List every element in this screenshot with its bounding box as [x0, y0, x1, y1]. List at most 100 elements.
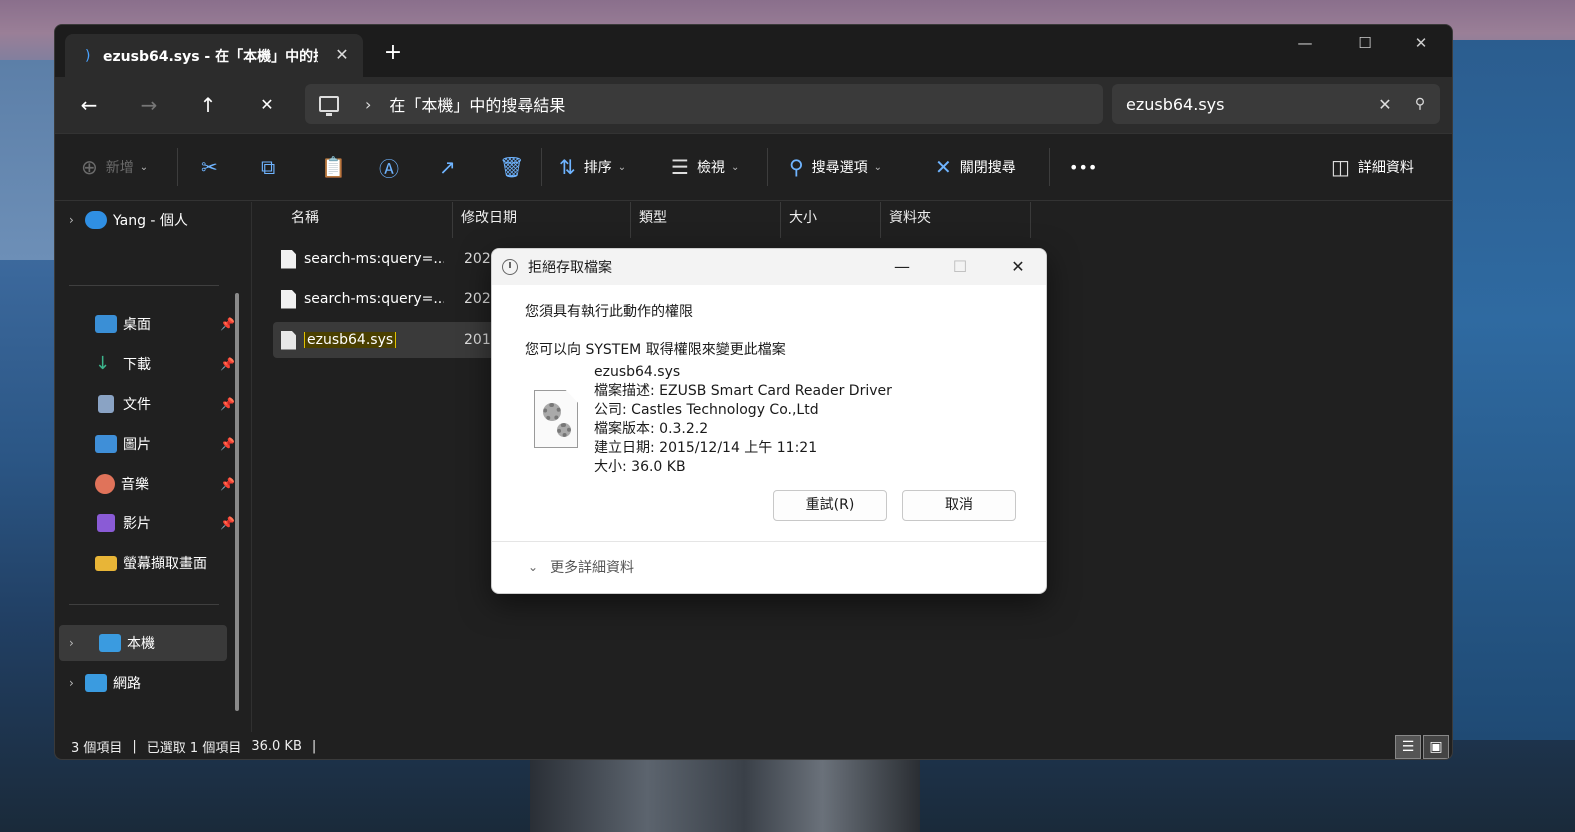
- column-header-size[interactable]: 大小: [781, 202, 881, 238]
- maximize-button[interactable]: ☐: [1345, 31, 1385, 55]
- dialog-close-button[interactable]: ✕: [1000, 253, 1036, 281]
- tab-close-button[interactable]: ✕: [331, 44, 353, 66]
- more-details-toggle[interactable]: ⌄ 更多詳細資料: [528, 557, 634, 577]
- new-label: 新增: [105, 160, 134, 176]
- permission-message: 您須具有執行此動作的權限: [525, 304, 693, 320]
- stop-search-button[interactable]: ✕: [251, 91, 283, 119]
- rename-icon: Ⓐ: [379, 156, 399, 181]
- search-icon[interactable]: ⚲: [1400, 96, 1440, 112]
- sidebar-item-documents[interactable]: 文件 📌: [55, 386, 235, 422]
- system-file-icon: [281, 330, 296, 350]
- chevron-down-icon: ⌄: [873, 161, 883, 173]
- column-header-name[interactable]: 名稱: [253, 202, 453, 238]
- minimize-button[interactable]: —: [1285, 31, 1325, 55]
- breadcrumb-path[interactable]: 在「本機」中的搜尋結果: [389, 92, 565, 116]
- pane-divider[interactable]: [251, 202, 252, 732]
- sort-button[interactable]: ⇅ 排序 ⌄: [559, 134, 626, 200]
- file-icon: [281, 249, 296, 269]
- expand-arrow-icon[interactable]: ›: [59, 636, 85, 650]
- pin-icon[interactable]: 📌: [220, 437, 235, 451]
- more-options-button[interactable]: •••: [1069, 134, 1097, 200]
- share-button[interactable]: ↗: [439, 134, 464, 200]
- desktop-background-right: [1445, 40, 1575, 740]
- column-headers: 名稱 修改日期 類型 大小 資料夾: [253, 202, 1031, 238]
- column-header-folder[interactable]: 資料夾: [881, 202, 1031, 238]
- sidebar-item-pictures[interactable]: 圖片 📌: [55, 426, 235, 462]
- copy-button[interactable]: ⧉: [261, 134, 283, 200]
- close-search-label: 關閉搜尋: [959, 160, 1016, 176]
- toolbar-divider: [177, 148, 178, 186]
- sidebar-item-label: 影片: [123, 516, 151, 532]
- details-pane-icon: ◫: [1331, 155, 1350, 179]
- new-tab-button[interactable]: +: [381, 41, 405, 65]
- up-button[interactable]: ↑: [192, 91, 224, 119]
- sidebar-item-onedrive[interactable]: › Yang - 個人: [55, 202, 235, 238]
- sidebar-item-music[interactable]: 音樂 📌: [55, 466, 235, 502]
- search-options-button[interactable]: ⚲ 搜尋選項 ⌄: [789, 134, 882, 200]
- paste-button[interactable]: 📋: [321, 134, 354, 200]
- search-input[interactable]: ezusb64.sys: [1126, 95, 1370, 114]
- search-box[interactable]: ezusb64.sys ✕ ⚲: [1112, 84, 1440, 124]
- desktop-icon: [95, 315, 117, 333]
- info-description: 檔案描述: EZUSB Smart Card Reader Driver: [594, 383, 892, 399]
- computer-icon: [319, 96, 339, 116]
- desktop-background: [0, 60, 60, 260]
- sidebar-item-network[interactable]: › 網路: [55, 665, 235, 701]
- sidebar-item-label: 下載: [123, 357, 151, 373]
- clear-search-icon[interactable]: ✕: [1370, 95, 1400, 114]
- sidebar-item-downloads[interactable]: ↓ 下載 📌: [55, 346, 235, 382]
- column-header-type[interactable]: 類型: [631, 202, 781, 238]
- tiles-view-icon: ▣: [1429, 739, 1443, 755]
- back-button[interactable]: ←: [73, 91, 105, 119]
- more-details-label: 更多詳細資料: [550, 560, 635, 576]
- details-pane-button[interactable]: ◫ 詳細資料: [1331, 134, 1414, 200]
- gear-icon: [543, 403, 561, 421]
- document-icon: [98, 395, 114, 413]
- close-search-button[interactable]: ✕ 關閉搜尋: [935, 134, 1016, 200]
- this-pc-icon: [99, 634, 121, 652]
- pin-icon[interactable]: 📌: [220, 477, 235, 491]
- sidebar-item-desktop[interactable]: 桌面 📌: [55, 306, 235, 342]
- file-name: search-ms:query=...: [304, 291, 444, 307]
- expand-arrow-icon[interactable]: ›: [55, 213, 81, 227]
- tiles-view-button[interactable]: ▣: [1423, 735, 1449, 759]
- sidebar-item-this-pc[interactable]: › 本機: [59, 625, 227, 661]
- file-name-highlighted: ezusb64.sys: [304, 332, 397, 348]
- pin-icon[interactable]: 📌: [220, 516, 235, 530]
- chevron-right-icon[interactable]: ›: [365, 95, 371, 114]
- dialog-minimize-button[interactable]: —: [884, 253, 920, 281]
- view-button[interactable]: ☰ 檢視 ⌄: [671, 134, 739, 200]
- retry-button[interactable]: 重試(R): [773, 490, 887, 521]
- rename-button[interactable]: Ⓐ: [379, 134, 407, 200]
- pin-icon[interactable]: 📌: [220, 397, 235, 411]
- close-window-button[interactable]: ✕: [1401, 31, 1441, 55]
- close-icon: ✕: [935, 155, 952, 179]
- details-view-button[interactable]: ☰: [1395, 735, 1421, 759]
- expand-arrow-icon[interactable]: ›: [55, 676, 81, 690]
- cut-button[interactable]: ✂: [201, 134, 226, 200]
- details-view-icon: ☰: [1401, 739, 1415, 755]
- toolbar-divider: [541, 148, 542, 186]
- explorer-tab[interactable]: ) ezusb64.sys - 在「本機」中的搜 ✕: [65, 34, 363, 77]
- search-options-icon: ⚲: [789, 155, 804, 179]
- chevron-down-icon: ⌄: [730, 161, 740, 173]
- toolbar-divider: [1049, 148, 1050, 186]
- cancel-button[interactable]: 取消: [902, 490, 1016, 521]
- forward-button[interactable]: →: [133, 91, 165, 119]
- new-button[interactable]: ⊕ 新增 ⌄: [81, 134, 148, 200]
- access-denied-dialog: 拒絕存取檔案 — ☐ ✕ 您須具有執行此動作的權限 您可以向 SYSTEM 取得…: [491, 248, 1047, 594]
- system-file-icon: [534, 390, 578, 448]
- selected-size: 36.0 KB: [251, 738, 302, 754]
- column-header-date[interactable]: 修改日期: [453, 202, 631, 238]
- sidebar-scrollbar[interactable]: [235, 293, 239, 711]
- sidebar-item-screenshots[interactable]: 螢幕擷取畫面: [55, 545, 235, 581]
- sidebar-item-label: 桌面: [123, 317, 151, 333]
- address-bar[interactable]: › 在「本機」中的搜尋結果: [305, 84, 1103, 124]
- info-version: 檔案版本: 0.3.2.2: [594, 421, 709, 437]
- sidebar-item-label: 文件: [123, 397, 151, 413]
- navigation-pane: › Yang - 個人 桌面 📌 ↓ 下載 📌 文件 📌 圖片 📌 音樂 📌 影…: [55, 202, 245, 732]
- delete-button[interactable]: 🗑: [499, 134, 532, 200]
- sidebar-item-videos[interactable]: 影片 📌: [55, 505, 235, 541]
- pin-icon[interactable]: 📌: [220, 357, 235, 371]
- pin-icon[interactable]: 📌: [220, 317, 235, 331]
